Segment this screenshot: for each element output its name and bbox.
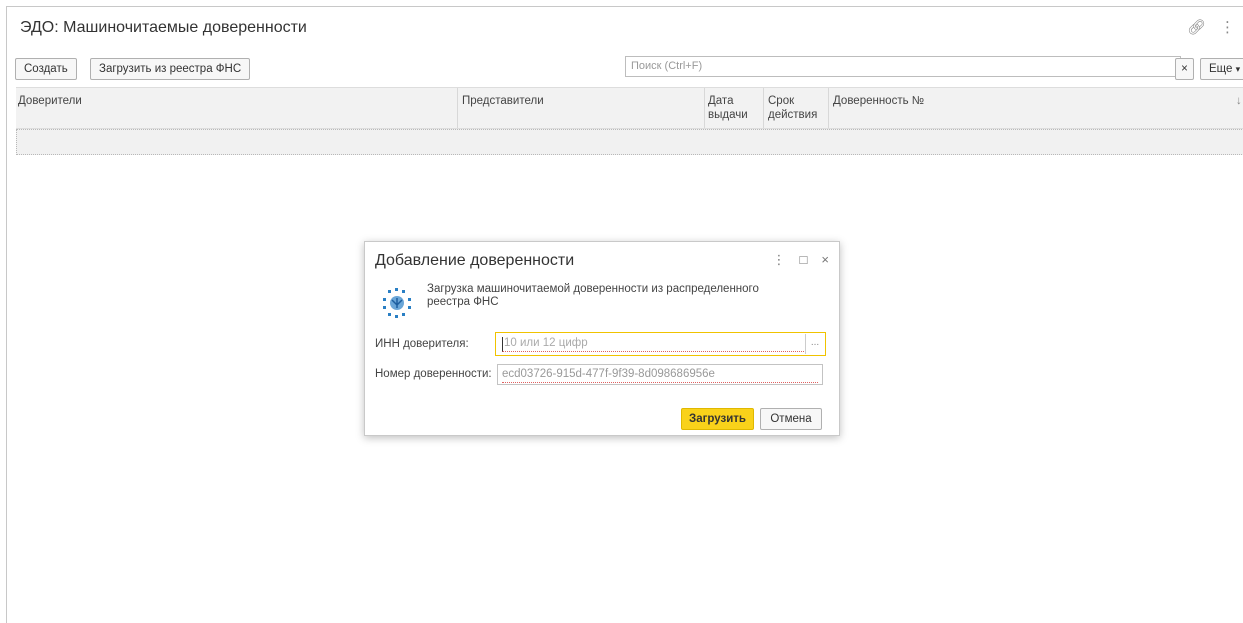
column-header-validity[interactable]: Срок действия	[768, 94, 817, 122]
fns-logo-icon	[383, 288, 411, 318]
page-title: ЭДО: Машиночитаемые доверенности	[20, 19, 307, 36]
column-divider	[828, 88, 829, 128]
main-window: ЭДО: Машиночитаемые доверенности 🔗︎ ⋮ Со…	[6, 6, 1243, 623]
inn-label: ИНН доверителя:	[375, 338, 469, 350]
search-input[interactable]: Поиск (Ctrl+F)	[625, 56, 1181, 77]
column-divider	[457, 88, 458, 128]
issue-date-line-1: Дата	[708, 95, 734, 107]
issue-date-line-2: выдачи	[708, 109, 748, 121]
more-label: Еще	[1209, 63, 1233, 75]
load-from-fns-button[interactable]: Загрузить из реестра ФНС	[90, 58, 251, 80]
inn-select-button[interactable]: ...	[805, 334, 824, 354]
link-icon[interactable]: 🔗︎	[1187, 18, 1206, 36]
load-button[interactable]: Загрузить	[681, 408, 754, 430]
more-button[interactable]: Еще ▾	[1200, 58, 1243, 80]
chevron-down-icon: ▾	[1235, 64, 1241, 74]
close-icon[interactable]: ×	[821, 252, 829, 268]
validity-line-1: Срок	[768, 95, 795, 107]
sort-icon[interactable]: ↓	[1236, 94, 1242, 108]
more-vertical-icon[interactable]: ⋮	[1220, 18, 1235, 36]
column-header-poa-number[interactable]: Доверенность №	[833, 94, 924, 108]
table-header: Доверители Представители Дата выдачи Сро…	[16, 87, 1243, 129]
clear-search-button[interactable]: ×	[1175, 58, 1194, 80]
cancel-button[interactable]: Отмена	[760, 408, 822, 430]
column-divider	[704, 88, 705, 128]
number-label: Номер доверенности:	[375, 368, 492, 380]
column-header-issue-date[interactable]: Дата выдачи	[708, 94, 748, 122]
create-button[interactable]: Создать	[15, 58, 77, 80]
poa-number-field[interactable]: ecd03726-915d-477f-9f39-8d098686956e	[497, 364, 823, 385]
maximize-icon[interactable]: □	[800, 252, 808, 268]
poa-number-value: ecd03726-915d-477f-9f39-8d098686956e	[502, 368, 818, 383]
dialog-menu-icon[interactable]: ⋮	[773, 252, 786, 268]
table-row[interactable]	[16, 129, 1243, 155]
column-header-principals[interactable]: Доверители	[18, 94, 82, 108]
dialog-description: Загрузка машиночитаемой доверенности из …	[427, 283, 759, 308]
inn-placeholder: 10 или 12 цифр	[502, 337, 804, 352]
inn-field[interactable]: 10 или 12 цифр ...	[495, 332, 826, 356]
column-header-representatives[interactable]: Представители	[462, 94, 544, 108]
dialog-tools: ⋮ □ ×	[773, 252, 829, 268]
dialog-title: Добавление доверенности	[375, 252, 575, 269]
title-tools: 🔗︎ ⋮	[1187, 18, 1235, 36]
validity-line-2: действия	[768, 109, 818, 121]
column-divider	[763, 88, 764, 128]
add-poa-dialog: Добавление доверенности ⋮ □ × Загрузка м…	[364, 241, 840, 436]
search-placeholder: Поиск (Ctrl+F)	[631, 60, 703, 72]
